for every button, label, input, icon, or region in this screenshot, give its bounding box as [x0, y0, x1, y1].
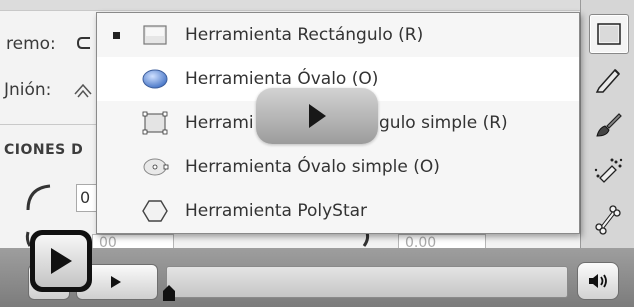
tools-panel — [580, 0, 634, 248]
cap-style-dropdown[interactable] — [76, 34, 96, 56]
section-title: CIONES D — [4, 142, 84, 158]
spray-tool-button[interactable] — [589, 152, 627, 190]
join-style-icon — [74, 83, 92, 98]
menu-item-label-start: Herrami — [185, 113, 254, 133]
menu-item-rectangle[interactable]: Herramienta Rectángulo (R) — [97, 13, 579, 57]
brush-tool-button[interactable] — [589, 106, 627, 144]
menu-item-polystar[interactable]: Herramienta PolyStar — [97, 189, 579, 233]
rectangle-icon — [139, 19, 171, 51]
menu-item-label: Herramienta Óvalo (O) — [185, 69, 379, 89]
rectangle-tool-button[interactable] — [589, 14, 629, 54]
large-play-button-face — [35, 235, 87, 287]
menu-item-label-end: gulo simple (R) — [379, 113, 508, 133]
panel-top-strip — [0, 0, 580, 11]
play-icon — [111, 276, 121, 288]
seek-handle[interactable] — [163, 285, 175, 301]
label-extremo: remo: — [6, 34, 56, 54]
join-style-dropdown[interactable] — [72, 80, 94, 104]
corner-radius-icon — [26, 184, 51, 211]
brush-icon — [596, 113, 622, 137]
pencil-icon — [595, 68, 621, 93]
selected-bullet-icon — [113, 31, 120, 39]
menu-item-label: Herramienta PolyStar — [185, 201, 368, 221]
video-overlay-play-button[interactable] — [256, 88, 378, 144]
oval-icon — [139, 63, 171, 95]
polystar-icon — [139, 195, 171, 227]
rectangle-tool-icon — [597, 23, 621, 45]
oval-primitive-icon — [139, 151, 171, 183]
menu-item-label: Herramienta Rectángulo (R) — [185, 25, 424, 45]
rectangle-primitive-icon — [139, 107, 171, 139]
spray-brush-icon — [594, 158, 623, 183]
pencil-tool-button[interactable] — [589, 60, 627, 98]
play-icon-overlay — [309, 104, 326, 128]
menu-item-label: Herramienta Óvalo simple (O) — [185, 157, 440, 177]
bone-icon — [595, 205, 621, 235]
cap-style-icon — [76, 37, 90, 49]
menu-item-oval-primitive[interactable]: Herramienta Óvalo simple (O) — [97, 145, 579, 189]
label-union: Jnión: — [4, 80, 52, 100]
seek-bar[interactable] — [166, 266, 568, 298]
separator — [0, 124, 96, 125]
play-icon-large — [51, 248, 72, 274]
large-play-button[interactable] — [30, 230, 92, 292]
speaker-icon — [589, 274, 607, 288]
mute-button[interactable] — [577, 262, 619, 300]
bone-tool-button[interactable] — [589, 200, 627, 238]
